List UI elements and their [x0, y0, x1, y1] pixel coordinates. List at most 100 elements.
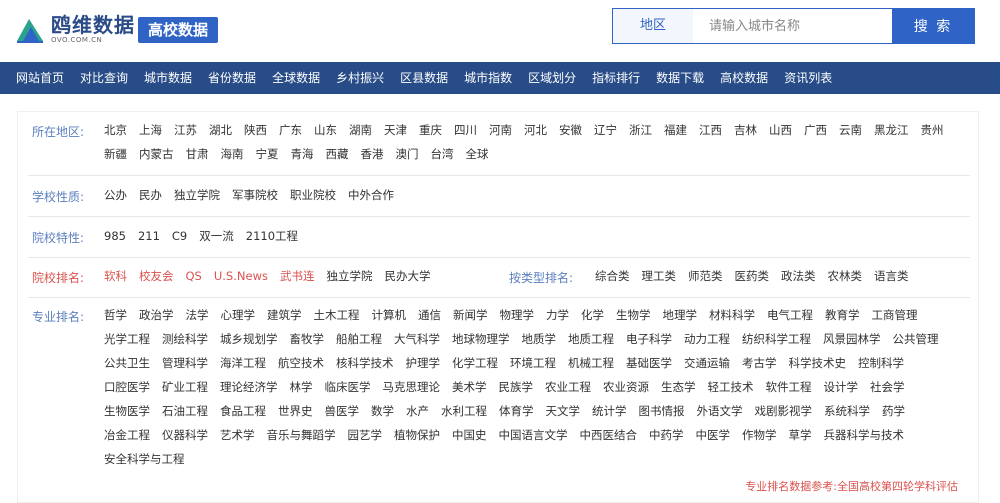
major-tag[interactable]: 音乐与舞蹈学 — [267, 423, 336, 447]
nav-item[interactable]: 高校数据 — [712, 62, 776, 94]
major-tag[interactable]: 民族学 — [499, 375, 534, 399]
major-tag[interactable]: 中药学 — [649, 423, 684, 447]
feature-tag[interactable]: 211 — [138, 224, 160, 248]
region-tag[interactable]: 安徽 — [559, 118, 582, 142]
major-tag[interactable]: 中国史 — [452, 423, 487, 447]
major-tag[interactable]: 基础医学 — [626, 351, 672, 375]
major-tag[interactable]: 建筑学 — [267, 303, 302, 327]
nature-tag[interactable]: 民办 — [139, 183, 162, 207]
major-tag[interactable]: 艺术学 — [220, 423, 255, 447]
major-tag[interactable]: 统计学 — [592, 399, 627, 423]
nature-tag[interactable]: 军事院校 — [232, 183, 278, 207]
ranking-tag[interactable]: 校友会 — [139, 264, 174, 288]
region-tag[interactable]: 海南 — [221, 142, 244, 166]
nature-tag[interactable]: 职业院校 — [290, 183, 336, 207]
region-tag[interactable]: 山西 — [769, 118, 792, 142]
major-tag[interactable]: 测绘科学 — [162, 327, 208, 351]
region-tag[interactable]: 广东 — [279, 118, 302, 142]
nature-tag[interactable]: 独立学院 — [174, 183, 220, 207]
major-tag[interactable]: 电气工程 — [767, 303, 813, 327]
major-tag[interactable]: 植物保护 — [394, 423, 440, 447]
region-tag[interactable]: 澳门 — [396, 142, 419, 166]
major-tag[interactable]: 数学 — [371, 399, 394, 423]
major-tag[interactable]: 地质学 — [522, 327, 557, 351]
type-ranking-tag[interactable]: 综合类 — [595, 264, 630, 288]
major-tag[interactable]: 科学技术史 — [789, 351, 847, 375]
major-tag[interactable]: 大气科学 — [394, 327, 440, 351]
major-tag[interactable]: 海洋工程 — [220, 351, 266, 375]
nav-item[interactable]: 网站首页 — [8, 62, 72, 94]
major-tag[interactable]: 公共卫生 — [104, 351, 150, 375]
region-tag[interactable]: 香港 — [361, 142, 384, 166]
type-ranking-tag[interactable]: 师范类 — [688, 264, 723, 288]
major-tag[interactable]: 林学 — [290, 375, 313, 399]
major-tag[interactable]: 农业工程 — [545, 375, 591, 399]
major-tag[interactable]: 图书情报 — [639, 399, 685, 423]
major-tag[interactable]: 世界史 — [278, 399, 313, 423]
major-tag[interactable]: 天文学 — [546, 399, 581, 423]
region-tag[interactable]: 宁夏 — [256, 142, 279, 166]
major-tag[interactable]: 风景园林学 — [823, 327, 881, 351]
region-tag[interactable]: 吉林 — [734, 118, 757, 142]
region-tag[interactable]: 浙江 — [629, 118, 652, 142]
logo[interactable]: 鸥维数据 OVO.COM.CN — [15, 14, 135, 45]
major-tag[interactable]: 水利工程 — [441, 399, 487, 423]
major-tag[interactable]: 中西医结合 — [580, 423, 638, 447]
region-tag[interactable]: 甘肃 — [186, 142, 209, 166]
major-tag[interactable]: 生态学 — [661, 375, 696, 399]
nav-item[interactable]: 城市数据 — [136, 62, 200, 94]
region-tag[interactable]: 河南 — [489, 118, 512, 142]
major-tag[interactable]: 公共管理 — [893, 327, 939, 351]
major-tag[interactable]: 地质工程 — [568, 327, 614, 351]
major-tag[interactable]: 光学工程 — [104, 327, 150, 351]
major-tag[interactable]: 法学 — [186, 303, 209, 327]
major-tag[interactable]: 理论经济学 — [220, 375, 278, 399]
nav-item[interactable]: 城市指数 — [456, 62, 520, 94]
major-tag[interactable]: 药学 — [882, 399, 905, 423]
region-tag[interactable]: 江西 — [699, 118, 722, 142]
region-tag[interactable]: 广西 — [804, 118, 827, 142]
region-tag[interactable]: 湖北 — [209, 118, 232, 142]
region-tag[interactable]: 北京 — [104, 118, 127, 142]
search-button[interactable]: 搜 索 — [892, 9, 974, 43]
nav-item[interactable]: 数据下载 — [648, 62, 712, 94]
major-tag[interactable]: 兵器科学与技术 — [824, 423, 905, 447]
nav-item[interactable]: 区县数据 — [392, 62, 456, 94]
major-tag[interactable]: 体育学 — [499, 399, 534, 423]
major-tag[interactable]: 机械工程 — [568, 351, 614, 375]
region-tag[interactable]: 陕西 — [244, 118, 267, 142]
ranking-tag[interactable]: 软科 — [104, 264, 127, 288]
feature-tag[interactable]: 2110工程 — [246, 224, 298, 248]
major-tag[interactable]: 计算机 — [372, 303, 407, 327]
major-tag[interactable]: 临床医学 — [325, 375, 371, 399]
major-tag[interactable]: 马克思理论 — [383, 375, 441, 399]
major-tag[interactable]: 工商管理 — [872, 303, 918, 327]
ranking-tag[interactable]: 武书连 — [280, 264, 315, 288]
region-tag[interactable]: 内蒙古 — [139, 142, 174, 166]
major-tag[interactable]: 环境工程 — [510, 351, 556, 375]
region-tag[interactable]: 天津 — [384, 118, 407, 142]
ranking-tag[interactable]: U.S.News — [214, 264, 268, 288]
major-tag[interactable]: 冶金工程 — [104, 423, 150, 447]
major-tag[interactable]: 力学 — [546, 303, 569, 327]
region-tag[interactable]: 福建 — [664, 118, 687, 142]
type-ranking-tag[interactable]: 理工类 — [642, 264, 677, 288]
major-tag[interactable]: 设计学 — [824, 375, 859, 399]
region-tag[interactable]: 河北 — [524, 118, 547, 142]
major-tag[interactable]: 电子科学 — [626, 327, 672, 351]
major-tag[interactable]: 石油工程 — [162, 399, 208, 423]
search-scope[interactable]: 地区 — [613, 9, 693, 43]
major-tag[interactable]: 园艺学 — [348, 423, 383, 447]
region-tag[interactable]: 青海 — [291, 142, 314, 166]
major-tag[interactable]: 核科学技术 — [336, 351, 394, 375]
major-tag[interactable]: 纺织科学工程 — [742, 327, 811, 351]
major-tag[interactable]: 外语文学 — [697, 399, 743, 423]
region-tag[interactable]: 新疆 — [104, 142, 127, 166]
nav-item[interactable]: 对比查询 — [72, 62, 136, 94]
feature-tag[interactable]: 985 — [104, 224, 126, 248]
type-ranking-tag[interactable]: 政法类 — [781, 264, 816, 288]
major-tag[interactable]: 心理学 — [221, 303, 256, 327]
major-tag[interactable]: 安全科学与工程 — [104, 447, 185, 471]
region-tag[interactable]: 湖南 — [349, 118, 372, 142]
nav-item[interactable]: 乡村振兴 — [328, 62, 392, 94]
